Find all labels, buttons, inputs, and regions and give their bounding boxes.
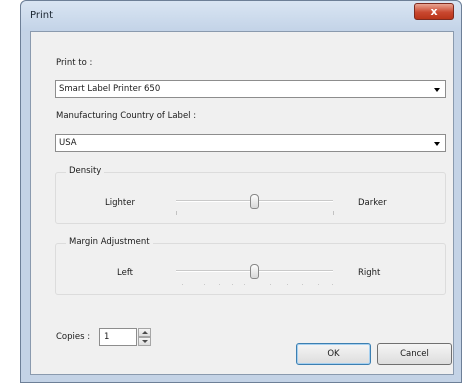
copies-decrement-button[interactable]: [138, 337, 151, 346]
cancel-button[interactable]: Cancel: [377, 343, 452, 365]
print-dialog: Print x Print to : Smart Label Printer 6…: [20, 0, 462, 383]
arrow-up-icon: [142, 331, 148, 334]
print-to-label: Print to :: [56, 58, 93, 68]
margin-tick: [232, 284, 233, 285]
margin-tick: [204, 284, 205, 285]
margin-slider-thumb[interactable]: [250, 264, 259, 279]
window-title: Print: [30, 10, 54, 21]
density-title: Density: [66, 166, 105, 176]
density-group: Density Lighter Darker: [55, 166, 446, 224]
title-bar[interactable]: Print x: [21, 1, 461, 31]
copies-increment-button[interactable]: [138, 328, 151, 337]
density-tick: [333, 211, 334, 215]
copies-input[interactable]: 1: [99, 328, 137, 346]
margin-tick: [302, 284, 303, 285]
copies-value: 1: [104, 332, 110, 342]
margin-group: Margin Adjustment Left Right: [55, 237, 446, 295]
country-select[interactable]: USA: [55, 134, 446, 152]
printer-select-value: Smart Label Printer 650: [59, 84, 161, 94]
manufacturing-country-label: Manufacturing Country of Label :: [56, 111, 197, 121]
chevron-down-icon: [434, 142, 440, 146]
dialog-body: Print to : Smart Label Printer 650 Manuf…: [30, 31, 454, 375]
arrow-down-icon: [142, 340, 148, 343]
margin-tick: [182, 284, 183, 285]
margin-tick: [332, 284, 333, 285]
country-select-value: USA: [59, 138, 77, 148]
left-label: Left: [117, 268, 133, 278]
margin-tick: [287, 284, 288, 285]
copies-label: Copies :: [56, 332, 91, 342]
margin-tick: [219, 284, 220, 285]
close-icon: x: [430, 5, 438, 18]
chevron-down-icon: [434, 88, 440, 92]
darker-label: Darker: [358, 198, 387, 208]
margin-tick: [244, 284, 245, 285]
margin-title: Margin Adjustment: [66, 237, 153, 247]
ok-button[interactable]: OK: [296, 343, 371, 365]
printer-select[interactable]: Smart Label Printer 650: [55, 80, 446, 98]
density-tick: [176, 211, 177, 215]
lighter-label: Lighter: [105, 198, 135, 208]
margin-tick: [318, 284, 319, 285]
density-slider-thumb[interactable]: [250, 194, 259, 209]
close-button[interactable]: x: [414, 3, 454, 20]
margin-tick: [270, 284, 271, 285]
right-label: Right: [358, 268, 381, 278]
